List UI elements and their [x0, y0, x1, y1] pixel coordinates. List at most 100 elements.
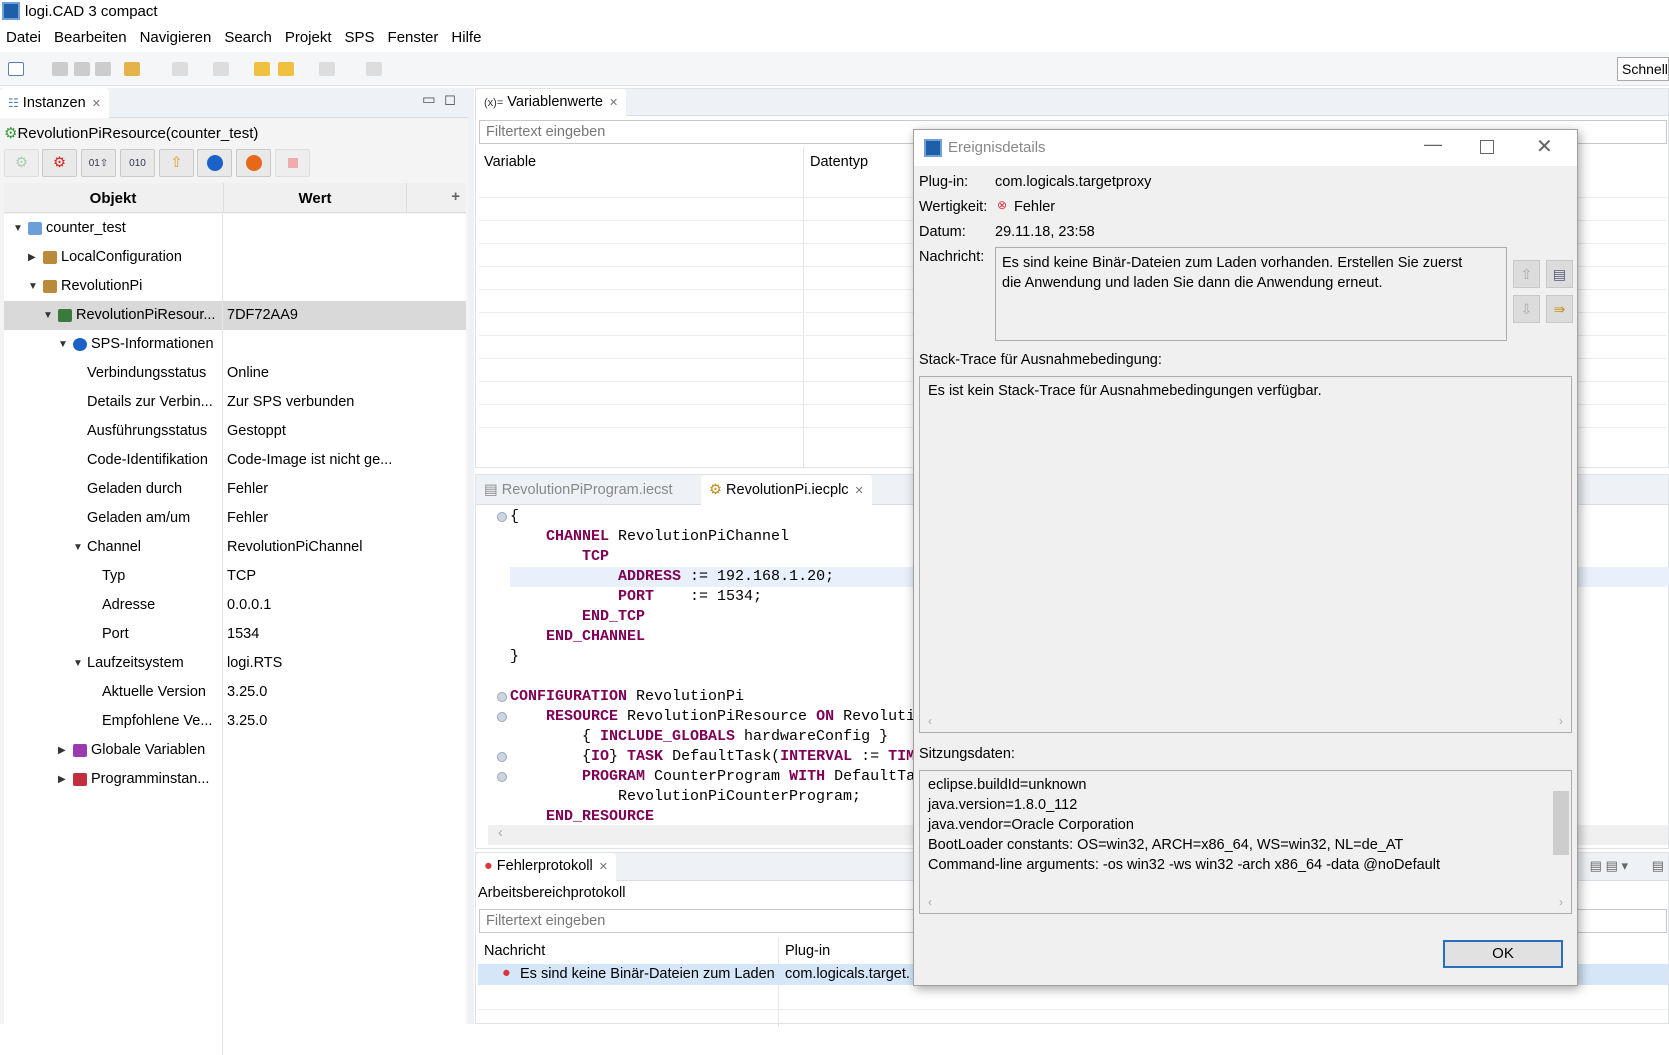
tree-row[interactable]: Verbindungsstatus Online [4, 359, 466, 388]
expand-toggle-icon[interactable]: ▶ [28, 243, 40, 272]
tree-row[interactable]: Port 1534 [4, 620, 466, 649]
tree-row[interactable]: Ausführungsstatus Gestoppt [4, 417, 466, 446]
collapse-toggle-icon[interactable]: ▼ [13, 214, 25, 243]
tree-row[interactable]: Geladen am/um Fehler [4, 504, 466, 533]
close-icon[interactable]: ✕ [855, 485, 864, 497]
tree-row[interactable]: ▼ SPS-Informationen [4, 330, 466, 359]
collapse-toggle-icon[interactable]: ▼ [28, 272, 40, 301]
menu-sps[interactable]: SPS [339, 26, 382, 50]
load-button[interactable]: 01⇧ [81, 149, 116, 177]
forward-icon[interactable] [319, 62, 335, 76]
tab-instanzen[interactable]: ☷ Instanzen ✕ [0, 88, 109, 118]
tree-row[interactable]: Details zur Verbin... Zur SPS verbunden [4, 388, 466, 417]
menu-datei[interactable]: Datei [0, 26, 48, 50]
fold-icon[interactable] [497, 772, 507, 782]
collapse-toggle-icon[interactable]: ▼ [43, 301, 55, 330]
fold-icon[interactable] [497, 752, 507, 762]
tree-row[interactable]: ▶ LocalConfiguration [4, 243, 466, 272]
tree-row[interactable]: ▶ Programminstan... [4, 765, 466, 794]
connect-button[interactable]: ⚙ [4, 149, 39, 177]
collapse-toggle-icon[interactable]: ▼ [73, 649, 85, 678]
sash[interactable] [468, 88, 474, 1024]
menu-hilfe[interactable]: Hilfe [445, 26, 488, 50]
minimize-icon[interactable]: ▭ [422, 92, 436, 108]
tree-row[interactable]: ▼ RevolutionPiResour... 7DF72AA9 [4, 301, 466, 330]
column-objekt[interactable]: Objekt [4, 190, 222, 207]
previous-event-button[interactable]: ⇧ [1513, 260, 1540, 288]
tree-row[interactable]: Geladen durch Fehler [4, 475, 466, 504]
vertical-scrollbar-thumb[interactable] [1553, 791, 1569, 855]
fold-icon[interactable] [497, 512, 507, 522]
maximize-icon[interactable]: ◻ [444, 92, 456, 108]
column-nachricht[interactable]: Nachricht [484, 943, 545, 959]
binary-button[interactable]: 010 [120, 149, 155, 177]
print-icon[interactable] [95, 62, 111, 76]
next-annotation-icon[interactable] [172, 62, 188, 76]
close-icon[interactable]: ✕ [609, 97, 618, 109]
column-plugin[interactable]: Plug-in [785, 943, 830, 959]
tab-variablenwerte[interactable]: (x)= Variablenwerte ✕ [476, 89, 627, 116]
stack-trace-box[interactable]: Es ist kein Stack-Trace für Ausnahmebedi… [919, 376, 1572, 733]
minimize-icon[interactable]: — [1424, 134, 1442, 155]
new-icon[interactable] [8, 62, 24, 76]
horizontal-scrollbar[interactable]: ‹ › [920, 712, 1571, 732]
tab-revolutionpi-iecplc[interactable]: ⚙ RevolutionPi.iecplc ✕ [701, 475, 872, 505]
start-button[interactable] [197, 149, 232, 177]
quick-access-input[interactable]: Schnell [1617, 57, 1669, 81]
tree-row[interactable]: Aktuelle Version 3.25.0 [4, 678, 466, 707]
log-toolbar-icons[interactable]: ▤ ▤ ▾ [1590, 858, 1628, 874]
column-variable[interactable]: Variable [484, 154, 536, 170]
save-icon[interactable] [52, 62, 68, 76]
tree-row[interactable]: Typ TCP [4, 562, 466, 591]
close-icon[interactable]: ✕ [1536, 134, 1553, 159]
collapse-toggle-icon[interactable]: ▼ [58, 330, 70, 359]
message-text[interactable]: Es sind keine Binär-Dateien zum Laden vo… [995, 247, 1507, 341]
horizontal-scrollbar[interactable]: ‹ › [920, 893, 1571, 913]
menu-navigieren[interactable]: Navigieren [134, 26, 219, 50]
tree-label: Aktuelle Version [102, 684, 206, 700]
menu-search[interactable]: Search [218, 26, 279, 50]
tree-row[interactable]: Empfohlene Ve... 3.25.0 [4, 707, 466, 736]
column-datentyp[interactable]: Datentyp [810, 154, 868, 170]
clear-log-icon[interactable]: ▤ [1652, 858, 1664, 874]
copy-button[interactable]: ▤ [1546, 260, 1573, 288]
maximize-icon[interactable] [1480, 140, 1494, 154]
menu-fenster[interactable]: Fenster [382, 26, 446, 50]
collapse-toggle-icon[interactable]: ▼ [73, 533, 85, 562]
session-box[interactable]: eclipse.buildId=unknown java.version=1.8… [919, 770, 1572, 914]
tab-revolutionpiprogram[interactable]: ▤ RevolutionPiProgram.iecst [476, 475, 681, 505]
close-icon[interactable]: ✕ [92, 98, 101, 110]
build-icon[interactable] [124, 62, 140, 76]
tree-row[interactable]: ▼ RevolutionPi [4, 272, 466, 301]
expand-toggle-icon[interactable]: ▶ [58, 765, 70, 794]
ok-button[interactable]: OK [1443, 940, 1563, 968]
stop-button[interactable] [275, 149, 310, 177]
tree-row[interactable]: ▶ Globale Variablen [4, 736, 466, 765]
fold-icon[interactable] [497, 712, 507, 722]
last-edit-icon[interactable] [254, 62, 270, 76]
tree-row[interactable]: ▼ counter_test [4, 214, 466, 243]
tree-icon: ☷ [8, 96, 19, 110]
cold-start-button[interactable] [236, 149, 271, 177]
previous-annotation-icon[interactable] [213, 62, 229, 76]
back-icon[interactable] [278, 62, 294, 76]
pin-editor-icon[interactable] [366, 62, 382, 76]
tree-row[interactable]: ▼ Laufzeitsystem logi.RTS [4, 649, 466, 678]
next-event-button[interactable]: ⇩ [1513, 295, 1540, 323]
tree-row[interactable]: Code-Identifikation Code-Image ist nicht … [4, 446, 466, 475]
tab-fehlerprotokoll[interactable]: ● Fehlerprotokoll ✕ [476, 853, 616, 881]
save-all-icon[interactable] [74, 62, 90, 76]
expand-toggle-icon[interactable]: ▶ [58, 736, 70, 765]
menu-bearbeiten[interactable]: Bearbeiten [48, 26, 134, 50]
menu-projekt[interactable]: Projekt [279, 26, 339, 50]
tree-row[interactable]: Adresse 0.0.0.1 [4, 591, 466, 620]
column-wert[interactable]: Wert [223, 183, 406, 213]
tree-row[interactable]: ▼ Channel RevolutionPiChannel [4, 533, 466, 562]
disconnect-button[interactable]: ⚙ [42, 149, 77, 177]
upload-button[interactable]: ⇧ [159, 149, 194, 177]
add-column-icon[interactable]: + [406, 183, 466, 213]
fold-icon[interactable] [497, 692, 507, 702]
filter-button[interactable]: ⇛ [1546, 295, 1573, 323]
close-icon[interactable]: ✕ [599, 861, 608, 873]
